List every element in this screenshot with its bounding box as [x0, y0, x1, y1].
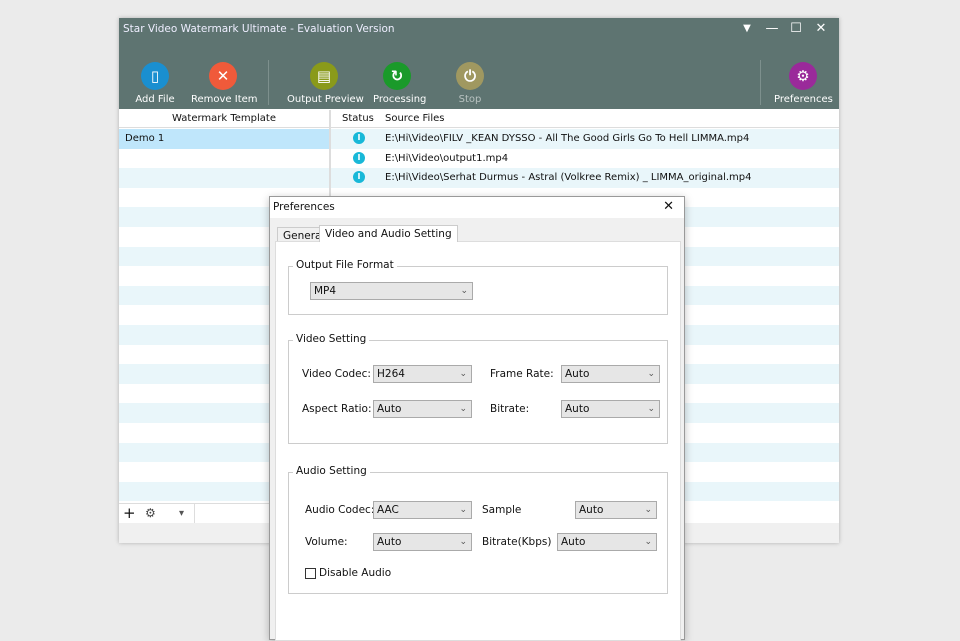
status-column-header[interactable]: Status	[342, 110, 374, 128]
chevron-down-icon: ⌄	[647, 369, 655, 379]
preferences-dialog: Preferences ✕ General Video and Audio Se…	[269, 196, 685, 641]
chevron-down-icon: ⌄	[459, 537, 467, 547]
refresh-icon: ↻	[383, 62, 411, 90]
menu-icon[interactable]: ▼	[737, 20, 757, 38]
audio-codec-select[interactable]: AAC ⌄	[373, 501, 472, 519]
add-file-icon: ▯	[141, 62, 169, 90]
add-file-label: Add File	[135, 94, 175, 105]
file-list-header: Status Source Files	[331, 110, 839, 128]
watermark-template-header: Watermark Template	[119, 110, 329, 128]
remove-item-button[interactable]: ✕ Remove Item	[191, 62, 258, 105]
source-column-header[interactable]: Source Files	[385, 110, 444, 128]
status-icon: I	[353, 132, 365, 144]
frame-rate-select[interactable]: Auto ⌄	[561, 365, 660, 383]
tab-panel: Output File Format MP4 ⌄ Video Setting Vi…	[275, 241, 681, 641]
dialog-title: Preferences	[273, 201, 335, 213]
file-path: E:\Hi\Video\Serhat Durmus - Astral (Volk…	[385, 172, 752, 184]
preferences-label: Preferences	[774, 94, 833, 105]
selected-value: Auto	[565, 403, 590, 415]
title-toolbar: Star Video Watermark Ultimate - Evaluati…	[119, 18, 839, 109]
selected-value: Auto	[565, 368, 590, 380]
chevron-down-icon: ⌄	[459, 505, 467, 515]
selected-value: Auto	[561, 536, 586, 548]
video-bitrate-label: Bitrate:	[490, 403, 530, 415]
template-item[interactable]: Demo 1	[119, 129, 329, 149]
chevron-down-icon: ⌄	[644, 505, 652, 515]
output-format-select[interactable]: MP4 ⌄	[310, 282, 473, 300]
disable-audio-checkbox[interactable]	[305, 568, 316, 579]
file-row[interactable]: I E:\Hi\Video\FILV _KEAN DYSSO - All The …	[331, 129, 839, 149]
processing-button[interactable]: ↻ Processing	[373, 62, 426, 105]
file-path: E:\Hi\Video\FILV _KEAN DYSSO - All The G…	[385, 133, 750, 144]
power-icon: ⏻	[456, 62, 484, 90]
stop-button[interactable]: ⏻ Stop	[450, 62, 490, 105]
output-preview-button[interactable]: ▤ Output Preview	[287, 62, 364, 105]
gear-icon[interactable]: ⚙	[145, 504, 156, 523]
aspect-ratio-select[interactable]: Auto ⌄	[373, 400, 472, 418]
preview-icon: ▤	[310, 62, 338, 90]
audio-bitrate-select[interactable]: Auto ⌄	[557, 533, 657, 551]
user-settings-icon: ⚙	[789, 62, 817, 90]
selected-value: Auto	[579, 504, 604, 516]
chevron-down-icon: ⌄	[644, 537, 652, 547]
file-path: E:\Hi\Video\output1.mp4	[385, 152, 509, 164]
selected-value: MP4	[314, 285, 337, 297]
chevron-down-icon[interactable]: ▾	[179, 504, 184, 523]
tab-video-audio-setting[interactable]: Video and Audio Setting	[319, 225, 458, 242]
selected-value: Auto	[377, 536, 402, 548]
dialog-close-button[interactable]: ✕	[663, 199, 674, 214]
sample-select[interactable]: Auto ⌄	[575, 501, 657, 519]
video-codec-label: Video Codec:	[302, 368, 371, 380]
audio-bitrate-label: Bitrate(Kbps)	[482, 536, 552, 548]
chevron-down-icon: ⌄	[647, 404, 655, 414]
group-label: Video Setting	[293, 333, 370, 345]
file-row[interactable]: I E:\Hi\Video\output1.mp4	[331, 149, 839, 169]
toolbar-divider	[268, 60, 269, 105]
stop-label: Stop	[458, 94, 482, 105]
video-setting-group: Video Setting Video Codec: H264 ⌄ Frame R…	[288, 333, 668, 444]
chevron-down-icon: ⌄	[460, 286, 468, 296]
file-row[interactable]: I E:\Hi\Video\Serhat Durmus - Astral (Vol…	[331, 168, 839, 188]
processing-label: Processing	[373, 94, 427, 105]
remove-item-label: Remove Item	[191, 94, 258, 105]
frame-rate-label: Frame Rate:	[490, 368, 554, 380]
toolbar-divider	[760, 60, 761, 105]
dialog-titlebar: Preferences ✕	[270, 197, 684, 218]
maximize-button[interactable]: ☐	[786, 20, 806, 38]
output-format-group: Output File Format MP4 ⌄	[288, 259, 668, 315]
preferences-button[interactable]: ⚙ Preferences	[774, 62, 833, 105]
chevron-down-icon: ⌄	[459, 404, 467, 414]
status-icon: I	[353, 151, 365, 164]
window-title: Star Video Watermark Ultimate - Evaluati…	[123, 23, 395, 35]
audio-codec-label: Audio Codec:	[305, 504, 375, 516]
video-codec-select[interactable]: H264 ⌄	[373, 365, 472, 383]
status-icon: I	[353, 171, 365, 184]
disable-audio-label[interactable]: Disable Audio	[319, 567, 391, 579]
selected-value: H264	[377, 368, 405, 380]
audio-setting-group: Audio Setting Audio Codec: AAC ⌄ Sample A…	[288, 465, 668, 594]
sample-label: Sample	[482, 504, 522, 516]
add-template-button[interactable]: +	[123, 504, 136, 523]
chevron-down-icon: ⌄	[459, 369, 467, 379]
video-bitrate-select[interactable]: Auto ⌄	[561, 400, 660, 418]
selected-value: Auto	[377, 403, 402, 415]
group-label: Audio Setting	[293, 465, 370, 477]
close-button[interactable]: ✕	[811, 20, 831, 38]
add-file-button[interactable]: ▯ Add File	[135, 62, 175, 105]
remove-icon: ✕	[209, 62, 237, 90]
group-label: Output File Format	[293, 259, 397, 271]
minimize-button[interactable]: —	[762, 20, 782, 38]
output-preview-label: Output Preview	[287, 94, 364, 105]
aspect-ratio-label: Aspect Ratio:	[302, 403, 372, 415]
volume-label: Volume:	[305, 536, 348, 548]
volume-select[interactable]: Auto ⌄	[373, 533, 472, 551]
selected-value: AAC	[377, 504, 399, 516]
